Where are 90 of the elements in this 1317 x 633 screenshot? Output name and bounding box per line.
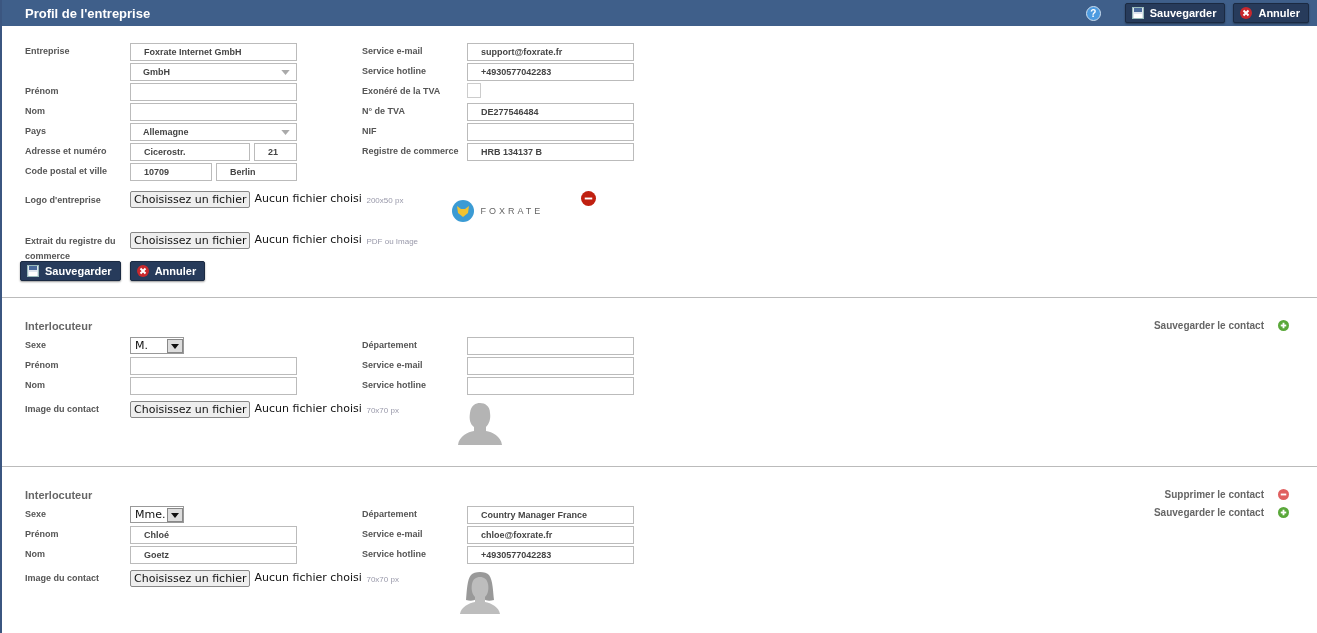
field-label: Service e-mail bbox=[362, 528, 424, 539]
field-label: Département bbox=[362, 339, 418, 350]
save-button[interactable]: Sauvegarder bbox=[1124, 3, 1226, 23]
checkbox[interactable] bbox=[467, 83, 481, 98]
file-status: Aucun fichier choisi bbox=[254, 570, 363, 584]
input-field[interactable]: Chloé bbox=[130, 526, 297, 544]
field-label: Service e-mail bbox=[362, 45, 424, 56]
section-title: Interlocuteur bbox=[25, 489, 94, 503]
dropdown[interactable]: GmbH bbox=[130, 63, 297, 81]
field-label: Adresse et numéro bbox=[25, 145, 108, 156]
field-label: Image du contact bbox=[25, 403, 100, 414]
file-status: Aucun fichier choisi bbox=[254, 401, 363, 415]
field-label: Prénom bbox=[25, 85, 60, 96]
field-label: Service hotline bbox=[362, 548, 428, 559]
field-label: Prénom bbox=[25, 359, 60, 370]
field-label: Nom bbox=[25, 548, 46, 559]
fox-logo-icon bbox=[452, 200, 475, 222]
input-field[interactable] bbox=[467, 377, 634, 395]
input-field[interactable] bbox=[130, 377, 297, 395]
minus-icon bbox=[1278, 489, 1289, 500]
field-label: Service e-mail bbox=[362, 359, 424, 370]
input-field[interactable]: Foxrate Internet GmbH bbox=[130, 43, 297, 61]
field-label: Image du contact bbox=[25, 572, 100, 583]
input-field[interactable]: 10709 bbox=[130, 163, 212, 181]
caret-icon bbox=[281, 69, 290, 75]
size-hint: 70x70 px bbox=[366, 574, 400, 584]
size-hint: PDF ou Image bbox=[366, 236, 420, 246]
field-label: Département bbox=[362, 508, 418, 519]
field-label: Service hotline bbox=[362, 65, 428, 76]
input-field[interactable]: chloe@foxrate.fr bbox=[467, 526, 634, 544]
input-field[interactable]: +4930577042283 bbox=[467, 546, 634, 564]
field-label: Nom bbox=[25, 105, 46, 116]
section-title: Interlocuteur bbox=[25, 320, 94, 334]
save-contact-link[interactable]: Sauvegarder le contact bbox=[1153, 320, 1289, 331]
man-silhouette-icon bbox=[456, 401, 505, 445]
field-label: Registre de commerce bbox=[362, 145, 460, 156]
input-field[interactable] bbox=[467, 337, 634, 355]
input-field[interactable]: Berlin bbox=[216, 163, 297, 181]
field-label: NIF bbox=[362, 125, 378, 136]
plus-icon bbox=[1278, 507, 1289, 518]
plus-icon bbox=[1278, 320, 1289, 331]
size-hint: 200x50 px bbox=[366, 195, 405, 205]
file-button[interactable]: Choisissez un fichier bbox=[130, 232, 251, 249]
field-label: Prénom bbox=[25, 528, 60, 539]
caret-icon bbox=[167, 507, 183, 522]
input-field[interactable]: DE277546484 bbox=[467, 103, 634, 121]
field-label: Extrait du registre du commerce bbox=[25, 235, 117, 263]
field-label: Nom bbox=[25, 379, 46, 390]
size-hint: 70x70 px bbox=[366, 405, 400, 415]
input-field[interactable]: +4930577042283 bbox=[467, 63, 634, 81]
remove-icon[interactable] bbox=[581, 191, 597, 206]
field-label: Service hotline bbox=[362, 379, 428, 390]
field-label: Pays bbox=[25, 125, 48, 136]
input-field[interactable]: Goetz bbox=[130, 546, 297, 564]
input-field[interactable]: Cicerostr. bbox=[130, 143, 250, 161]
file-button[interactable]: Choisissez un fichier bbox=[130, 570, 251, 587]
input-field[interactable] bbox=[467, 123, 634, 141]
page-title: Profil de l'entreprise bbox=[25, 5, 151, 21]
close-icon bbox=[136, 265, 149, 277]
caret-icon bbox=[281, 129, 290, 135]
close-icon bbox=[1240, 7, 1253, 19]
input-field[interactable] bbox=[467, 357, 634, 375]
input-field[interactable] bbox=[130, 83, 297, 101]
file-button[interactable]: Choisissez un fichier bbox=[130, 401, 251, 418]
field-label: Entreprise bbox=[25, 45, 71, 56]
file-status: Aucun fichier choisi bbox=[254, 232, 363, 246]
delete-contact-link[interactable]: Supprimer le contact bbox=[1164, 489, 1289, 500]
file-status: Aucun fichier choisi bbox=[254, 191, 363, 205]
caret-icon bbox=[167, 338, 183, 353]
dropdown[interactable]: Mme. bbox=[130, 506, 184, 523]
input-field[interactable]: support@foxrate.fr bbox=[467, 43, 634, 61]
cancel-button[interactable]: Annuler bbox=[1233, 3, 1309, 23]
field-label: Exonéré de la TVA bbox=[362, 85, 442, 96]
file-button[interactable]: Choisissez un fichier bbox=[130, 191, 251, 208]
input-field[interactable]: HRB 134137 B bbox=[467, 143, 634, 161]
input-field[interactable]: Country Manager France bbox=[467, 506, 634, 524]
field-label: N° de TVA bbox=[362, 105, 406, 116]
dropdown[interactable]: M. bbox=[130, 337, 184, 354]
input-field[interactable] bbox=[130, 357, 297, 375]
field-label: Sexe bbox=[25, 339, 48, 350]
save-button[interactable]: Sauvegarder bbox=[20, 261, 121, 281]
cancel-button[interactable]: Annuler bbox=[129, 261, 206, 281]
dropdown[interactable]: Allemagne bbox=[130, 123, 297, 141]
logo-text: FOXRATE bbox=[480, 206, 544, 216]
save-contact-link[interactable]: Sauvegarder le contact bbox=[1153, 507, 1289, 518]
input-field[interactable]: 21 bbox=[254, 143, 297, 161]
field-label: Code postal et ville bbox=[25, 165, 109, 176]
field-label: Sexe bbox=[25, 508, 48, 519]
input-field[interactable] bbox=[130, 103, 297, 121]
field-label: Logo d'entreprise bbox=[25, 194, 102, 207]
